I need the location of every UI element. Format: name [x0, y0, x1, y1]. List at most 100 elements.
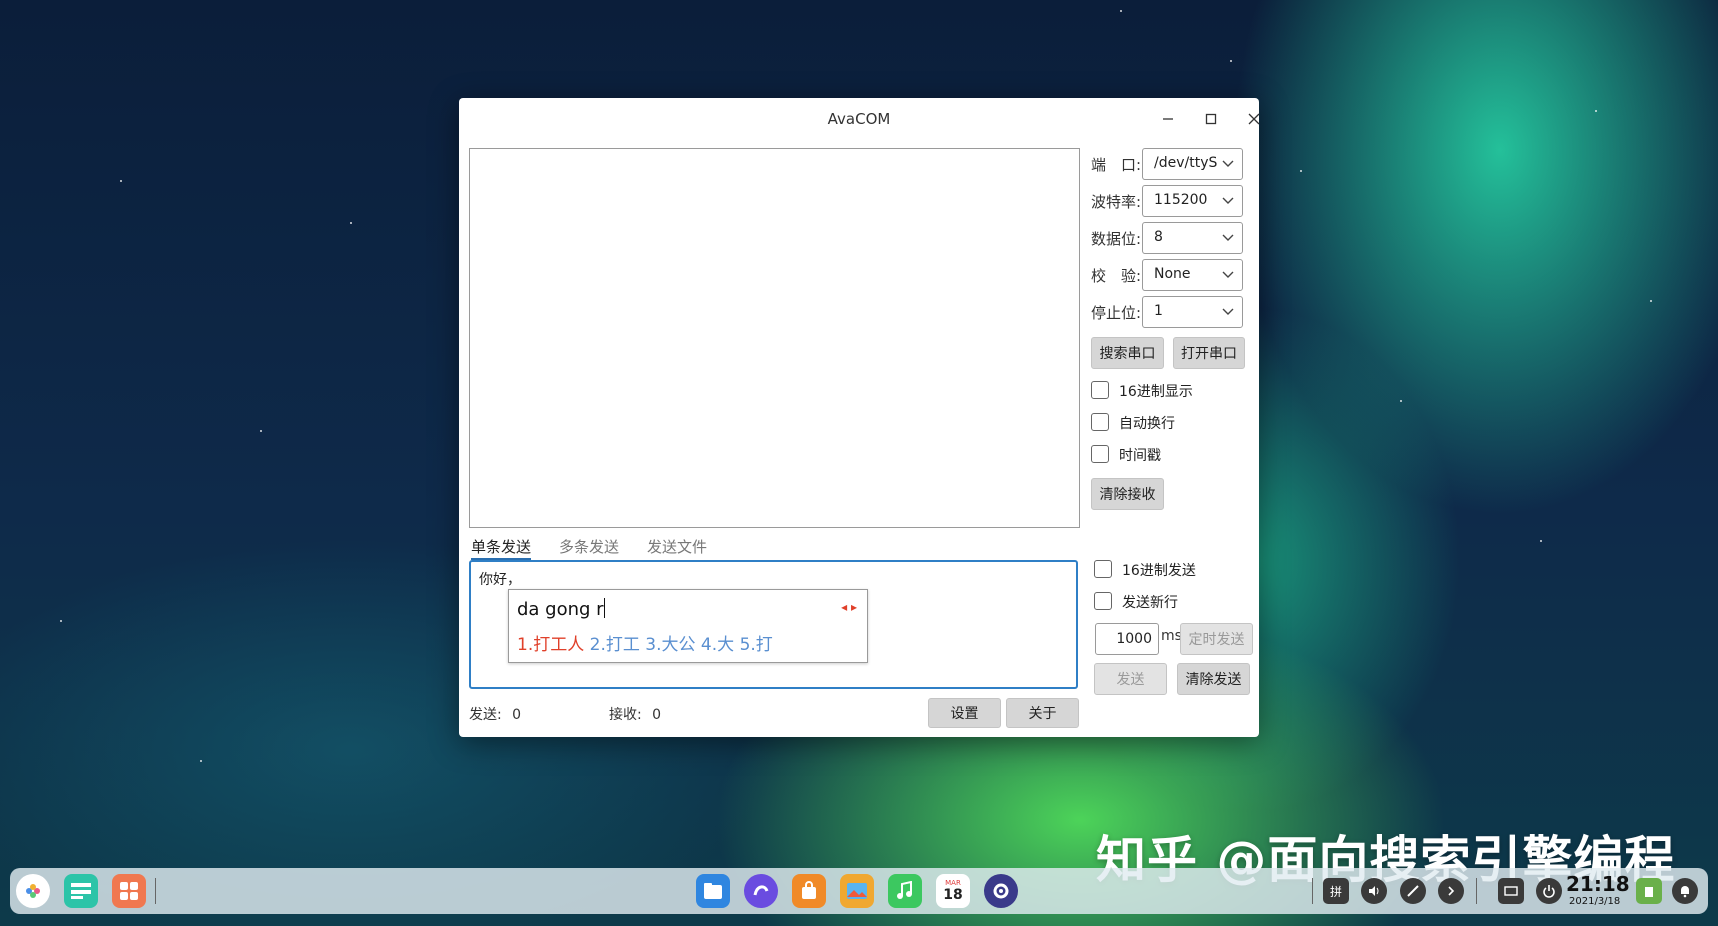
- stopbits-label: 停止位:: [1091, 304, 1142, 322]
- interval-input[interactable]: 1000: [1095, 623, 1159, 655]
- close-button[interactable]: [1239, 104, 1269, 134]
- star: [1400, 400, 1402, 402]
- hex-send-checkbox[interactable]: [1094, 560, 1112, 578]
- ime-composition: da gong r: [517, 598, 605, 620]
- launcher-icon[interactable]: [16, 874, 50, 908]
- app-store-icon[interactable]: [792, 874, 826, 908]
- open-port-button[interactable]: 打开串口: [1173, 337, 1245, 369]
- star: [1120, 10, 1122, 12]
- taskbar: MAR 18 拼 21:18 2021/3/18: [10, 868, 1708, 914]
- send-button[interactable]: 发送: [1094, 663, 1167, 695]
- port-label: 端 口:: [1091, 156, 1142, 174]
- tray-expand-icon[interactable]: [1438, 878, 1464, 904]
- star: [1650, 300, 1652, 302]
- tray-divider: [1476, 878, 1477, 904]
- parity-label: 校 验:: [1091, 267, 1142, 285]
- calendar-month: MAR: [945, 879, 961, 887]
- calendar-icon[interactable]: MAR 18: [936, 874, 970, 908]
- text-caret: [603, 598, 605, 618]
- tab-single-send[interactable]: 单条发送: [471, 536, 532, 560]
- trash-icon[interactable]: [1636, 878, 1662, 904]
- clear-send-button[interactable]: 清除发送: [1177, 663, 1250, 695]
- ime-indicator-icon[interactable]: 拼: [1323, 878, 1349, 904]
- music-player-icon[interactable]: [888, 874, 922, 908]
- file-manager-icon[interactable]: [696, 874, 730, 908]
- calendar-day: 18: [943, 887, 963, 903]
- sent-value: 0: [512, 707, 522, 723]
- send-text: 你好，: [479, 572, 521, 588]
- timestamp-checkbox[interactable]: [1091, 445, 1109, 463]
- window-title: AvaCOM: [827, 110, 891, 128]
- tab-multi-send[interactable]: 多条发送: [559, 536, 619, 557]
- app-store-grid-icon[interactable]: [112, 874, 146, 908]
- sent-count: 发送: 0: [469, 704, 521, 724]
- ime-candidate[interactable]: 4.大: [701, 635, 734, 655]
- auto-wrap-checkbox[interactable]: [1091, 413, 1109, 431]
- notification-bell-icon[interactable]: [1672, 878, 1698, 904]
- about-button[interactable]: 关于: [1006, 698, 1079, 728]
- receive-area[interactable]: [469, 148, 1080, 528]
- star: [1230, 60, 1232, 62]
- maximize-button[interactable]: [1196, 104, 1226, 134]
- chevron-down-icon: [1222, 271, 1234, 278]
- ime-candidate[interactable]: 5.打: [740, 635, 773, 655]
- close-icon: [1248, 113, 1260, 125]
- recv-value: 0: [652, 707, 662, 723]
- ime-candidate[interactable]: 2.打工: [590, 635, 640, 655]
- clear-receive-button[interactable]: 清除接收: [1091, 478, 1164, 510]
- hex-display-label: 16进制显示: [1119, 384, 1193, 400]
- star: [1540, 540, 1542, 542]
- port-select[interactable]: /dev/ttyS: [1142, 148, 1243, 180]
- timestamp-label: 时间戳: [1119, 448, 1161, 464]
- keyboard-icon[interactable]: [1498, 878, 1524, 904]
- chevron-down-icon: [1222, 234, 1234, 241]
- multitask-view-icon[interactable]: [64, 874, 98, 908]
- star: [260, 430, 262, 432]
- avacom-window: AvaCOM 端 口: /dev/ttyS 波特率: 115200 数据位: 8…: [459, 98, 1260, 737]
- settings-gear-icon[interactable]: [984, 874, 1018, 908]
- star: [1300, 170, 1302, 172]
- browser-icon[interactable]: [744, 874, 778, 908]
- star: [1595, 110, 1597, 112]
- hex-display-checkbox[interactable]: [1091, 381, 1109, 399]
- tab-send-file[interactable]: 发送文件: [647, 536, 707, 557]
- chevron-down-icon: [1222, 308, 1234, 315]
- baud-value: 115200: [1154, 192, 1208, 208]
- ime-candidate[interactable]: 1.打工人: [517, 635, 584, 655]
- minimize-icon: [1163, 118, 1173, 120]
- tray-divider: [1312, 878, 1313, 904]
- port-value: /dev/ttyS: [1154, 155, 1218, 171]
- volume-icon[interactable]: [1361, 878, 1387, 904]
- stopbits-value: 1: [1154, 303, 1163, 319]
- image-viewer-icon[interactable]: [840, 874, 874, 908]
- dock-divider: [155, 878, 156, 904]
- star: [350, 222, 352, 224]
- timed-send-button[interactable]: 定时发送: [1180, 623, 1253, 655]
- recv-count: 接收: 0: [609, 704, 661, 724]
- clock-date: 2021/3/18: [1569, 896, 1621, 907]
- auto-wrap-label: 自动换行: [1119, 416, 1175, 432]
- star: [120, 180, 122, 182]
- search-port-button[interactable]: 搜索串口: [1091, 337, 1164, 369]
- stopbits-select[interactable]: 1: [1142, 296, 1243, 328]
- power-icon[interactable]: [1536, 878, 1562, 904]
- clock-time[interactable]: 21:18: [1566, 872, 1630, 896]
- sent-label: 发送:: [469, 707, 502, 723]
- chevron-down-icon: [1222, 197, 1234, 204]
- baud-select[interactable]: 115200: [1142, 185, 1243, 217]
- ime-candidate[interactable]: 3.大公: [645, 635, 695, 655]
- hex-send-label: 16进制发送: [1122, 563, 1196, 579]
- minimize-button[interactable]: [1153, 104, 1183, 134]
- network-icon[interactable]: [1400, 878, 1426, 904]
- chevron-down-icon: [1222, 160, 1234, 167]
- send-newline-checkbox[interactable]: [1094, 592, 1112, 610]
- settings-button[interactable]: 设置: [928, 698, 1001, 728]
- recv-label: 接收:: [609, 707, 642, 723]
- parity-select[interactable]: None: [1142, 259, 1243, 291]
- title-bar[interactable]: AvaCOM: [459, 98, 1260, 140]
- parity-value: None: [1154, 266, 1191, 282]
- ime-page-arrows-icon[interactable]: ◂ ▸: [841, 600, 857, 614]
- send-input[interactable]: 你好， da gong r ◂ ▸ 1.打工人 2.打工 3.大公 4.大 5.…: [469, 560, 1078, 689]
- maximize-icon: [1205, 113, 1217, 125]
- databits-select[interactable]: 8: [1142, 222, 1243, 254]
